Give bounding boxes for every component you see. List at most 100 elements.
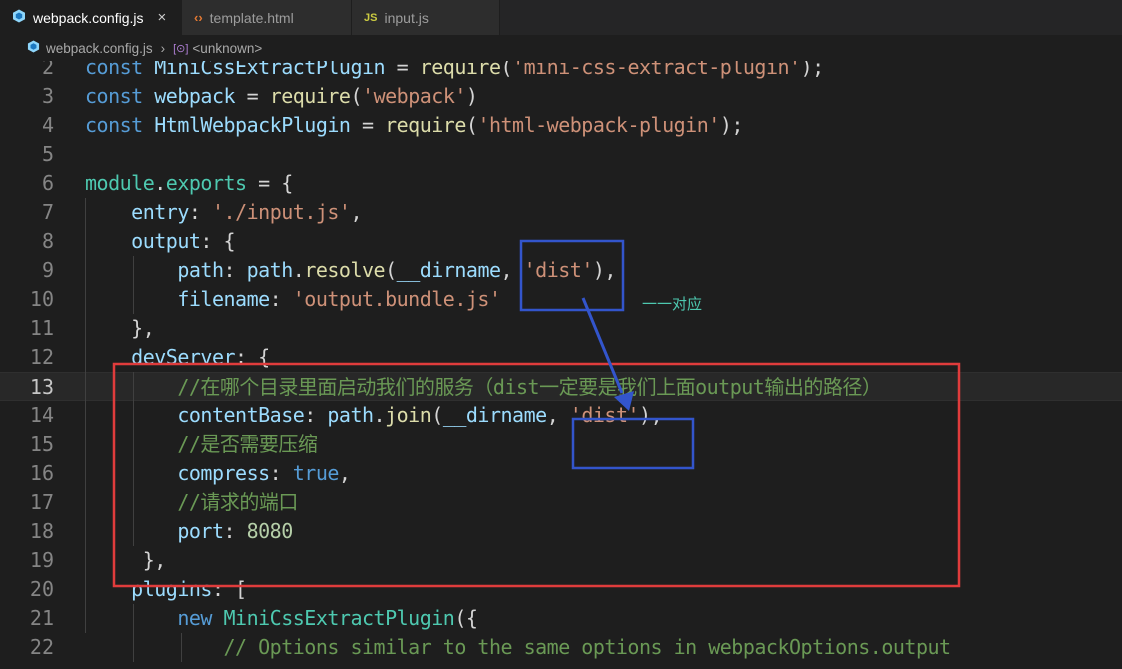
close-icon[interactable]: × (158, 9, 167, 26)
code-token: . (373, 403, 386, 427)
line-number: 19 (29, 548, 54, 572)
code-line[interactable]: 21 new MiniCssExtractPlugin({ (0, 604, 1122, 633)
code-text: compress: true, (85, 459, 351, 488)
code-line[interactable]: 9 path: path.resolve(__dirname, 'dist'), (0, 256, 1122, 285)
code-token: path (177, 258, 224, 282)
tab-input-js[interactable]: JS input.js (352, 0, 500, 35)
code-line[interactable]: 11 }, (0, 314, 1122, 343)
code-token: const (85, 113, 143, 137)
code-text: //请求的端口 (85, 488, 298, 517)
code-token: entry (131, 200, 189, 224)
line-number: 11 (29, 316, 54, 340)
code-line[interactable]: 10 filename: 'output.bundle.js' (0, 285, 1122, 314)
code-line[interactable]: 3 const webpack = require('webpack') (0, 82, 1122, 111)
code-line[interactable]: 6 module.exports = { (0, 169, 1122, 198)
code-token: HtmlWebpackPlugin (154, 113, 351, 137)
line-number: 15 (29, 432, 54, 456)
breadcrumb-separator: › (160, 40, 166, 56)
code-token: = { (246, 171, 293, 195)
code-text: }, (85, 314, 155, 343)
code-line[interactable]: 12 devServer: { (0, 343, 1122, 372)
code-line[interactable]: 15 //是否需要压缩 (0, 430, 1122, 459)
code-token: ); (800, 61, 825, 79)
indent-guide (181, 633, 182, 662)
code-token: __dirname (442, 403, 547, 427)
code-token: new (177, 606, 212, 630)
code-token: = (235, 84, 270, 108)
code-editor[interactable]: 1const path = require('path');2const Min… (0, 61, 1122, 669)
code-token: ) (465, 84, 478, 108)
code-line[interactable]: 19 }, (0, 546, 1122, 575)
code-line[interactable]: 17 //请求的端口 (0, 488, 1122, 517)
code-text: module.exports = { (85, 169, 293, 198)
line-number: 17 (29, 490, 54, 514)
code-text: new MiniCssExtractPlugin({ (85, 604, 478, 633)
code-token: }, (85, 548, 167, 572)
code-token: : (188, 200, 212, 224)
indent-guide (133, 604, 134, 662)
code-line[interactable]: 4 const HtmlWebpackPlugin = require('html… (0, 111, 1122, 140)
code-token: ); (719, 113, 744, 137)
code-token: . (154, 171, 166, 195)
code-token: 'webpack' (362, 84, 466, 108)
code-line[interactable]: 22 // Options similar to the same option… (0, 633, 1122, 662)
code-line[interactable]: 13 //在哪个目录里面启动我们的服务（dist一定要是我们上面output输出… (0, 372, 1122, 401)
code-token: : (269, 287, 293, 311)
code-line[interactable]: 18 port: 8080 (0, 517, 1122, 546)
code-token: , (350, 200, 363, 224)
html-icon: ‹› (194, 10, 203, 25)
code-text: //是否需要压缩 (85, 430, 318, 459)
line-number: 2 (41, 61, 54, 79)
code-text: entry: './input.js', (85, 198, 362, 227)
code-line[interactable]: 5 (0, 140, 1122, 169)
code-line[interactable]: 8 output: { (0, 227, 1122, 256)
code-token: 'dist' (523, 258, 594, 282)
tab-template-html[interactable]: ‹› template.html (182, 0, 352, 35)
code-token: module (85, 171, 155, 195)
code-token: contentBase (177, 403, 305, 427)
symbol-icon: [⊙] (173, 42, 189, 55)
code-text: contentBase: path.join(__dirname, 'dist'… (85, 401, 662, 430)
js-file-icon: JS (364, 11, 378, 24)
line-number: 16 (29, 461, 54, 485)
code-token: 'html-webpack-plugin' (477, 113, 720, 137)
code-token: 'mini-css-extract-plugin' (512, 61, 801, 79)
tab-label: template.html (209, 9, 294, 26)
code-text: plugins: [ (85, 575, 247, 604)
code-token: : (223, 519, 247, 543)
code-line[interactable]: 20 plugins: [ (0, 575, 1122, 604)
tab-label: webpack.config.js (33, 9, 144, 26)
line-number: 5 (41, 142, 54, 166)
line-number: 7 (41, 200, 54, 224)
indent-guide (133, 256, 134, 314)
code-line[interactable]: 2 const MiniCssExtractPlugin = require('m… (0, 61, 1122, 82)
code-token: filename (177, 287, 270, 311)
code-token: : (223, 258, 247, 282)
code-token: = (385, 61, 420, 79)
code-token: ( (465, 113, 478, 137)
code-token: 'dist' (569, 403, 640, 427)
code-line[interactable]: 16 compress: true, (0, 459, 1122, 488)
code-text: // Options similar to the same options i… (85, 633, 952, 662)
code-text: const MiniCssExtractPlugin = require('mi… (85, 61, 824, 82)
code-text: output: { (85, 227, 235, 256)
breadcrumb-symbol[interactable]: <unknown> (192, 41, 262, 56)
code-text: const webpack = require('webpack') (85, 82, 478, 111)
code-line[interactable]: 14 contentBase: path.join(__dirname, 'di… (0, 401, 1122, 430)
code-token: path (327, 403, 374, 427)
code-token: }, (85, 316, 155, 340)
breadcrumb-file[interactable]: webpack.config.js (46, 41, 153, 56)
code-token: ( (431, 403, 443, 427)
code-line[interactable]: 7 entry: './input.js', (0, 198, 1122, 227)
code-token: __dirname (396, 258, 501, 282)
line-number: 13 (29, 375, 54, 399)
